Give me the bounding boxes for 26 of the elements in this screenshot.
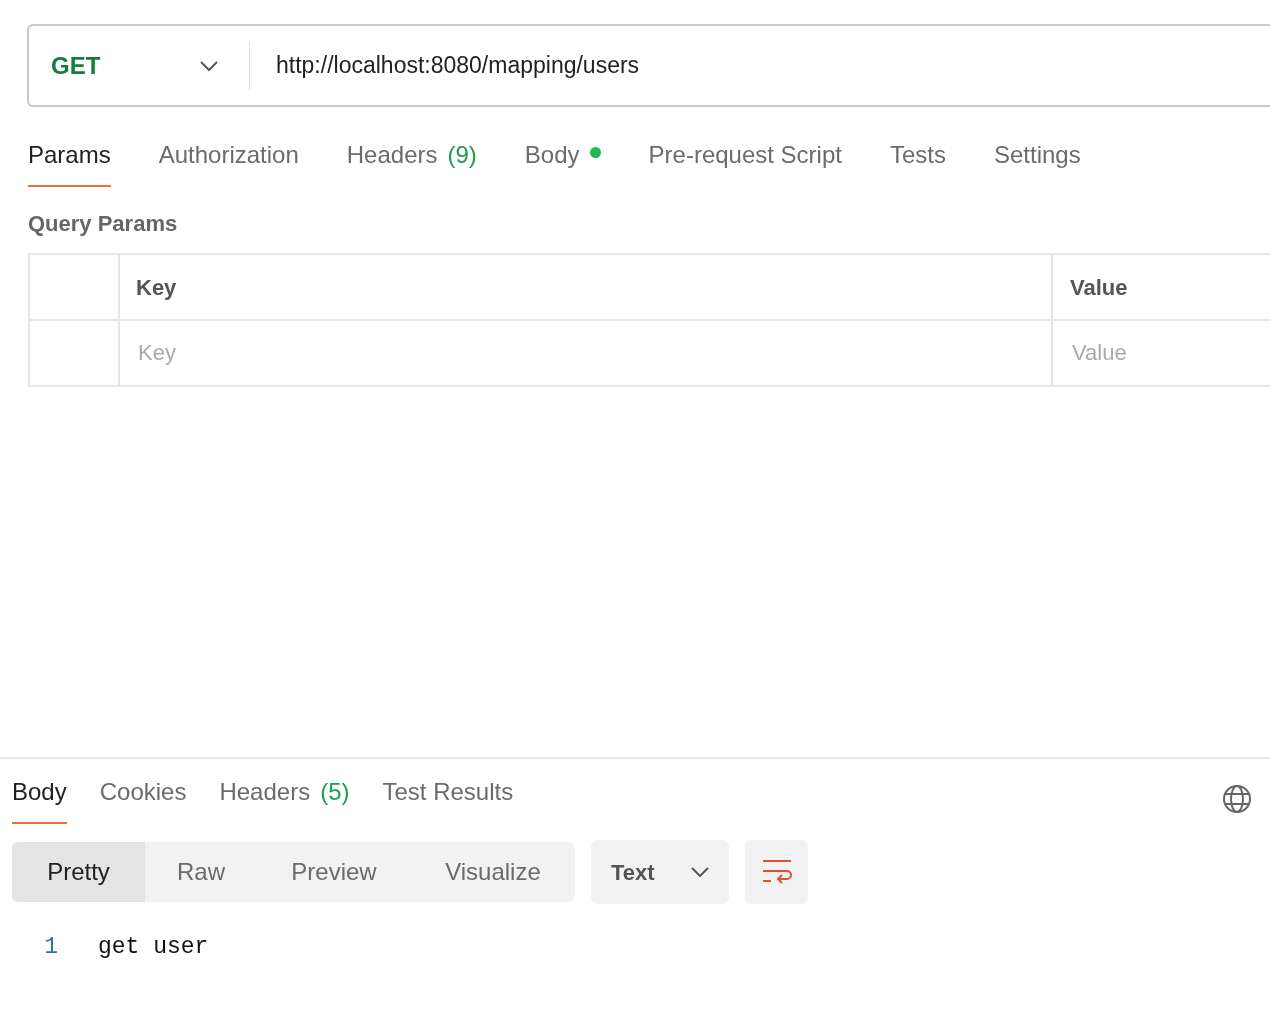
view-mode-tab[interactable]: Preview xyxy=(257,842,411,902)
key-field[interactable]: Key xyxy=(120,321,1053,387)
tab[interactable]: Headers (5) xyxy=(219,774,350,824)
tab[interactable]: Body xyxy=(12,774,67,824)
tab[interactable]: Tests xyxy=(889,137,946,187)
tab[interactable]: Authorization xyxy=(158,137,299,187)
tab[interactable]: Cookies xyxy=(99,774,187,824)
tab[interactable]: Body xyxy=(524,137,601,187)
column-header: Key xyxy=(136,273,177,302)
section-title: Query Params xyxy=(28,210,179,238)
tab[interactable]: Settings xyxy=(993,137,1081,187)
code-line: get user xyxy=(98,933,209,962)
tab[interactable]: Pre-request Script xyxy=(648,137,842,187)
format-dropdown[interactable]: Text xyxy=(591,840,729,904)
line-number: 1 xyxy=(43,933,59,962)
tab[interactable]: Test Results xyxy=(382,774,514,824)
tab[interactable]: Params xyxy=(28,137,111,187)
globe-icon[interactable] xyxy=(1222,784,1252,814)
chevron-down-icon xyxy=(691,867,709,877)
view-mode-tab[interactable]: Pretty xyxy=(12,842,145,902)
view-mode-tab[interactable]: Visualize xyxy=(411,842,575,902)
view-mode-tab[interactable]: Raw xyxy=(145,842,257,902)
wrap-lines-button[interactable] xyxy=(745,840,808,904)
column-header: Value xyxy=(1070,273,1128,302)
wrap-lines-icon xyxy=(761,859,792,885)
tab[interactable]: Headers (9) xyxy=(346,137,477,187)
